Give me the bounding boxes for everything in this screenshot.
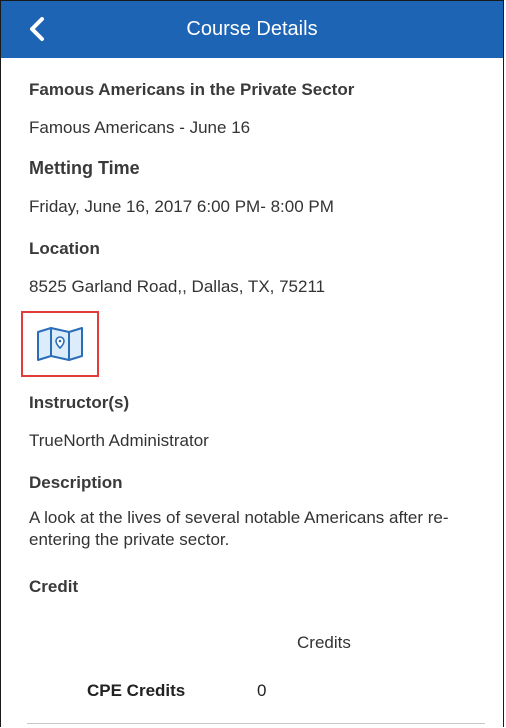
- credit-name: CPE Credits: [87, 681, 186, 700]
- map-icon: [37, 327, 83, 361]
- credit-label: Credit: [29, 577, 79, 596]
- description-value: A look at the lives of several notable A…: [29, 508, 449, 549]
- description-label: Description: [29, 473, 123, 492]
- location-value: 8525 Garland Road,, Dallas, TX, 75211: [29, 277, 326, 296]
- location-label: Location: [29, 239, 100, 258]
- chevron-left-icon: [30, 17, 44, 41]
- header-bar: Course Details: [1, 1, 503, 58]
- credit-value: 0: [257, 681, 267, 700]
- course-subtitle: Famous Americans - June 16: [29, 118, 251, 137]
- instructors-label: Instructor(s): [29, 393, 130, 412]
- map-button[interactable]: [21, 311, 99, 377]
- app-frame: Course Details Famous Americans in the P…: [0, 0, 504, 727]
- course-details: Famous Americans in the Private Sector F…: [1, 80, 503, 597]
- back-button[interactable]: [23, 15, 51, 43]
- meeting-time-value: Friday, June 16, 2017 6:00 PM- 8:00 PM: [29, 197, 334, 216]
- instructors-value: TrueNorth Administrator: [29, 431, 209, 450]
- page-title: Course Details: [186, 18, 318, 40]
- divider: [27, 723, 485, 724]
- credits-column-header: Credits: [297, 633, 351, 652]
- meeting-time-label: Metting Time: [29, 158, 140, 178]
- course-title: Famous Americans in the Private Sector: [29, 80, 355, 99]
